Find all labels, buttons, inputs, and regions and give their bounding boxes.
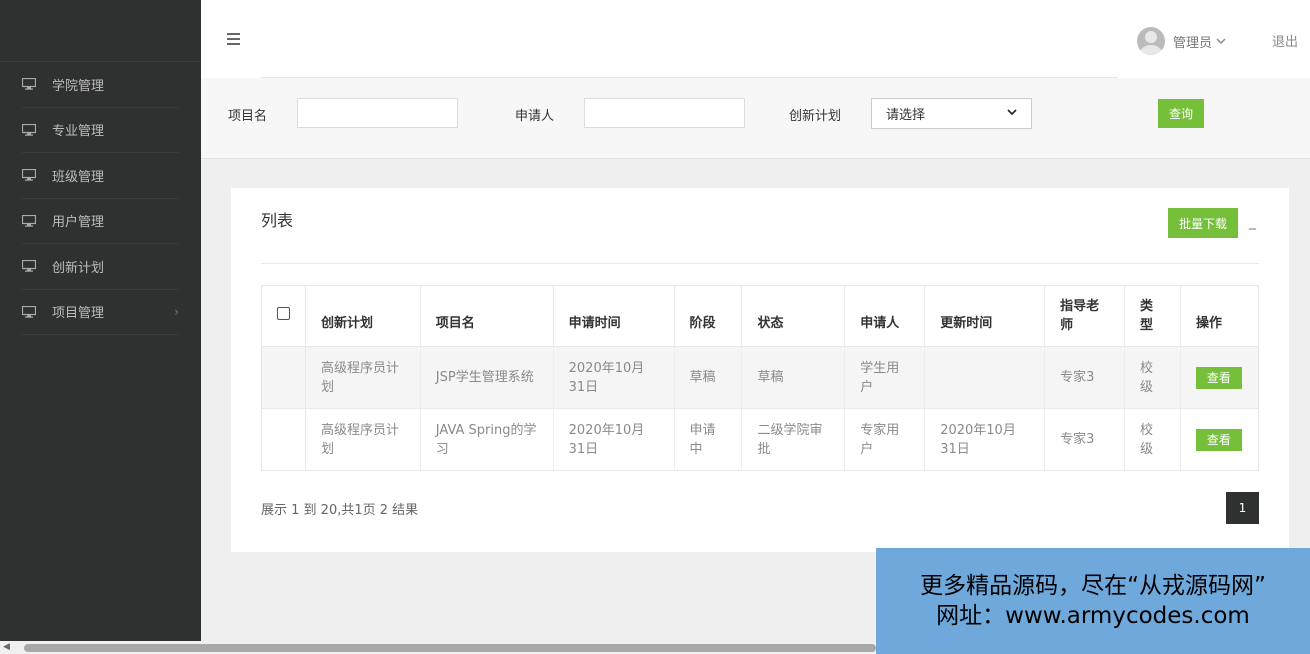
applicant-input[interactable] [584,98,745,128]
monitor-icon [22,78,36,90]
cell-teacher: 专家3 [1044,346,1125,409]
select-all-checkbox[interactable] [276,306,290,320]
divider [261,263,1259,264]
user-menu[interactable]: 管理员 [1136,27,1226,55]
chevron-down-icon [1216,35,1226,48]
panel-title: 列表 [261,211,294,230]
column-header[interactable]: 项目名 [419,285,554,347]
column-header[interactable]: 状态 [741,285,846,347]
sidebar: 学院管理 专业管理 班级管理 用户管理 创新计划 项目管理 › [0,0,201,641]
column-header: 操作 [1179,285,1260,347]
monitor-icon [22,260,36,272]
cell-plan: 高级程序员计划 [305,408,421,471]
cell-teacher: 专家3 [1044,408,1125,471]
cell-stage: 草稿 [674,346,743,409]
sidebar-item-college[interactable]: 学院管理 [22,62,179,108]
batch-download-button[interactable]: 批量下载 [1168,208,1238,238]
view-button[interactable]: 查看 [1195,428,1242,451]
column-header[interactable]: 类型 [1123,285,1181,347]
column-header[interactable]: 指导老师 [1044,285,1125,347]
innovation-plan-select[interactable]: 请选择 [871,98,1032,129]
cell-update-time [924,346,1046,409]
sidebar-item-label: 创新计划 [52,260,105,276]
sidebar-item-projects[interactable]: 项目管理 › [22,290,179,335]
cell-update-time: 2020年10月31日 [924,408,1046,471]
page-button[interactable]: 1 [1226,492,1259,524]
logout-link[interactable]: 退出 [1272,31,1298,50]
innovation-plan-label: 创新计划 [789,109,842,124]
chevron-down-icon [1007,108,1017,119]
search-filter-bar: 项目名 申请人 创新计划 请选择 查询 [201,78,1310,159]
horizontal-scrollbar[interactable]: ◀ [0,641,876,654]
cell-type: 校级 [1124,408,1181,471]
arrow-left-icon[interactable]: ◀ [3,642,10,652]
sidebar-item-class[interactable]: 班级管理 [22,153,179,199]
avatar [1136,27,1165,55]
sidebar-item-innovation-plan[interactable]: 创新计划 [22,244,179,290]
column-header[interactable]: 申请人 [844,285,926,347]
monitor-icon [22,123,36,136]
cell-type: 校级 [1124,346,1181,409]
cell-status: 草稿 [741,346,846,409]
select-all-cell [261,285,306,347]
table-row: 高级程序员计划 JSP学生管理系统 2020年10月31日 草稿 草稿 学生用户… [261,346,1260,409]
cell-applicant: 专家用户 [844,408,926,471]
watermark-line: 网址：www.armycodes.com [936,603,1250,629]
row-checkbox-cell [261,346,306,409]
list-panel: 列表 批量下载 _ 创新计划 项目名 申请时间 阶段 状态 申请人 更新时间 指… [231,188,1289,552]
cell-project: JAVA Spring的学习 [420,408,554,471]
watermark-line: 更多精品源码，尽在“从戎源码网” [920,573,1266,599]
chevron-right-icon: › [174,304,179,319]
sidebar-item-major[interactable]: 专业管理 [22,108,179,153]
sidebar-item-users[interactable]: 用户管理 [22,199,179,244]
sidebar-item-label: 班级管理 [52,169,105,185]
view-button[interactable]: 查看 [1195,366,1242,389]
monitor-icon [22,169,36,181]
sidebar-item-label: 用户管理 [52,215,105,231]
sidebar-item-label: 学院管理 [52,78,105,94]
applicant-label: 申请人 [515,109,555,124]
cell-plan: 高级程序员计划 [305,346,421,409]
project-name-label: 项目名 [228,109,268,124]
cell-apply-time: 2020年10月31日 [553,408,675,471]
cell-action: 查看 [1180,346,1260,409]
collapse-icon[interactable]: _ [1249,214,1256,230]
cell-status: 二级学院审批 [741,408,846,471]
sidebar-logo-area [0,0,201,62]
hamburger-icon[interactable] [227,33,240,48]
column-header[interactable]: 阶段 [673,285,743,347]
scrollbar-thumb[interactable] [24,644,876,652]
cell-applicant: 学生用户 [844,346,926,409]
select-value: 请选择 [886,108,926,123]
column-header[interactable]: 创新计划 [304,285,421,347]
table-row: 高级程序员计划 JAVA Spring的学习 2020年10月31日 申请中 二… [261,408,1260,471]
monitor-icon [22,305,36,318]
row-checkbox-cell [261,408,306,471]
sidebar-nav: 学院管理 专业管理 班级管理 用户管理 创新计划 项目管理 › [0,62,201,335]
cell-action: 查看 [1180,408,1260,471]
query-button[interactable]: 查询 [1158,99,1204,128]
project-table: 创新计划 项目名 申请时间 阶段 状态 申请人 更新时间 指导老师 类型 操作 … [261,285,1260,471]
user-name: 管理员 [1172,35,1212,51]
sidebar-item-label: 项目管理 [52,306,105,322]
top-bar: 管理员 退出 [201,0,1310,78]
column-header[interactable]: 申请时间 [552,285,675,347]
cell-apply-time: 2020年10月31日 [553,346,675,409]
pagination-info: 展示 1 到 20,共1页 2 结果 [261,503,419,518]
table-header-row: 创新计划 项目名 申请时间 阶段 状态 申请人 更新时间 指导老师 类型 操作 [261,285,1260,347]
column-header[interactable]: 更新时间 [924,285,1046,347]
watermark-banner: 更多精品源码，尽在“从戎源码网” 网址：www.armycodes.com [876,548,1310,654]
monitor-icon [22,214,36,227]
cell-project: JSP学生管理系统 [420,346,554,409]
cell-stage: 申请中 [674,408,743,471]
sidebar-item-label: 专业管理 [52,124,105,140]
project-name-input[interactable] [297,98,458,128]
